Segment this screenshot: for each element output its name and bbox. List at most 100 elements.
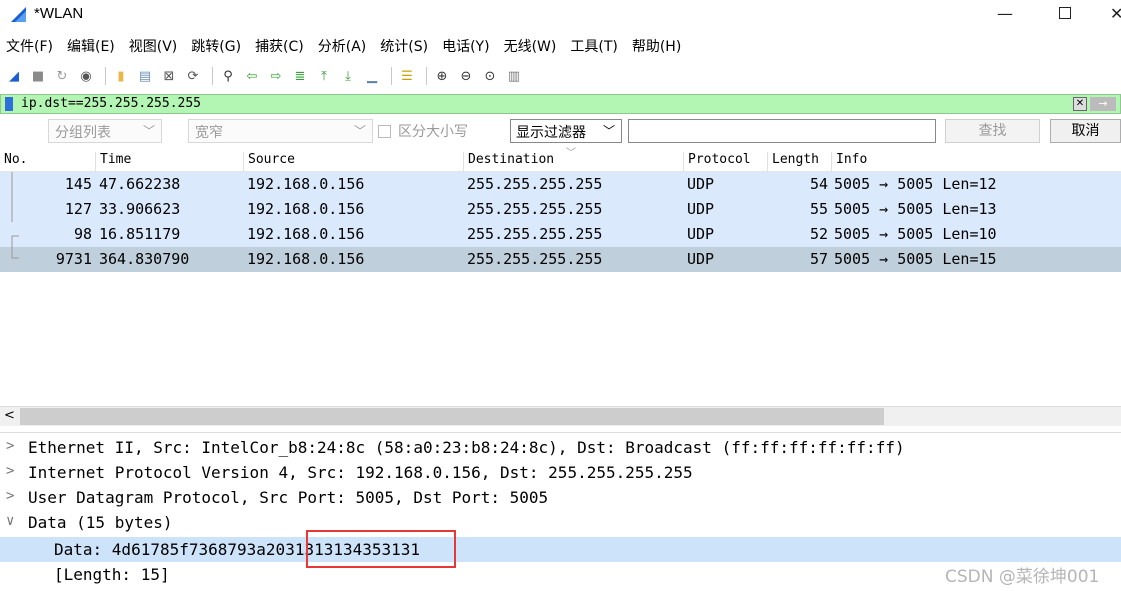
column-protocol[interactable]: Protocol [683,152,767,172]
packet-row-selected[interactable]: 9731 364.830790 192.168.0.156 255.255.25… [0,247,1121,272]
zoom-normal-icon[interactable]: ⊙ [480,66,500,86]
close-file-icon[interactable]: ⊠ [159,66,179,86]
find-packet-icon[interactable]: ⚲ [218,66,238,86]
sort-indicator-icon: ﹀ [566,148,576,159]
detail-tree-item[interactable]: > User Datagram Protocol, Src Port: 5005… [0,485,1121,510]
detail-data-length: [Length: 15] [54,565,170,584]
chevron-right-icon[interactable]: > [6,488,14,504]
packet-length: 57 [809,250,828,268]
packet-source: 192.168.0.156 [247,175,365,193]
apply-filter-icon[interactable]: → [1090,97,1116,111]
go-back-icon[interactable]: ⇦ [242,66,262,86]
search-in-select[interactable]: 分组列表 ﹀ [48,119,162,143]
display-filter-bar[interactable]: ip.dst==255.255.255.255 ✕ → [0,94,1121,114]
packet-list-scrollbar[interactable]: < [0,406,1121,426]
find-input[interactable] [628,119,936,143]
toolbar-separator [105,67,106,85]
column-time[interactable]: Time [95,152,243,172]
autoscroll-icon[interactable]: ▁ [362,66,382,86]
column-no[interactable]: No. [0,152,27,172]
detail-tree-item[interactable]: ∨ Data (15 bytes) [0,510,1121,535]
toolbar-separator [391,67,392,85]
packet-row[interactable]: 98 16.851179 192.168.0.156 255.255.255.2… [0,222,1121,247]
packet-destination: 255.255.255.255 [467,175,603,193]
menu-view[interactable]: 视图(V) [129,36,178,58]
last-packet-icon[interactable]: ⤓ [338,66,358,86]
packet-length: 52 [809,225,828,243]
column-length[interactable]: Length [767,152,831,172]
resize-columns-icon[interactable]: ▥ [504,66,524,86]
stop-capture-icon[interactable]: ■ [28,66,48,86]
close-button[interactable]: ✕ [1110,4,1121,24]
menu-telephony[interactable]: 电话(Y) [442,36,489,58]
menu-wireless[interactable]: 无线(W) [504,36,557,58]
scroll-left-icon[interactable]: < [4,408,15,423]
scrollbar-thumb[interactable] [20,408,884,425]
menu-help[interactable]: 帮助(H) [632,36,681,58]
search-in-select-value: 分组列表 [55,125,111,141]
case-sensitive-checkbox[interactable] [378,125,391,138]
packet-destination: 255.255.255.255 [467,250,603,268]
packet-info: 5005 → 5005 Len=10 [834,225,997,243]
first-packet-icon[interactable]: ⤒ [314,66,334,86]
reload-file-icon[interactable]: ⟳ [183,66,203,86]
colorize-icon[interactable]: ☰ [397,66,417,86]
packet-length: 54 [809,175,828,193]
detail-data: Data (15 bytes) [28,513,173,532]
find-button[interactable]: 查找 [945,119,1040,143]
packet-row[interactable]: 127 33.906623 192.168.0.156 255.255.255.… [0,197,1121,222]
packet-list: 145 47.662238 192.168.0.156 255.255.255.… [0,172,1121,406]
open-file-icon[interactable]: ▮ [111,66,131,86]
detail-ethernet: Ethernet II, Src: IntelCor_b8:24:8c (58:… [28,438,905,457]
menu-bar: 文件(F) 编辑(E) 视图(V) 跳转(G) 捕获(C) 分析(A) 统计(S… [0,36,1121,58]
toolbar-separator [426,67,427,85]
restart-capture-icon[interactable]: ↻ [52,66,72,86]
packet-list-header: No. Time Source Destination ﹀ Protocol L… [0,148,1121,172]
maximize-button[interactable] [1050,4,1080,24]
column-info[interactable]: Info [831,152,1121,172]
go-forward-icon[interactable]: ⇨ [266,66,286,86]
packet-source: 192.168.0.156 [247,250,365,268]
packet-time: 47.662238 [99,175,181,193]
chevron-down-icon[interactable]: ∨ [6,513,14,529]
save-file-icon[interactable]: ▤ [135,66,155,86]
character-width-select[interactable]: 宽窄 ﹀ [188,119,373,143]
zoom-in-icon[interactable]: ⊕ [432,66,452,86]
chevron-right-icon[interactable]: > [6,463,14,479]
column-source[interactable]: Source [243,152,463,172]
packet-info: 5005 → 5005 Len=15 [834,250,997,268]
packet-info: 5005 → 5005 Len=12 [834,175,997,193]
packet-time: 16.851179 [99,225,181,243]
cancel-button[interactable]: 取消 [1050,119,1121,143]
packet-time: 33.906623 [99,200,181,218]
packet-info: 5005 → 5005 Len=13 [834,200,997,218]
chevron-right-icon[interactable]: > [6,438,14,454]
packet-row[interactable]: 145 47.662238 192.168.0.156 255.255.255.… [0,172,1121,197]
chevron-down-icon: ﹀ [602,124,615,138]
display-filter-input[interactable]: ip.dst==255.255.255.255 [21,96,201,111]
filter-bookmark-icon[interactable] [5,97,13,111]
minimize-button[interactable]: — [990,4,1020,24]
detail-tree-item-selected[interactable]: Data: 4d61785f7368793a2031313134353131 [0,537,1121,562]
clear-filter-icon[interactable]: ✕ [1073,97,1087,111]
search-type-select[interactable]: 显示过滤器 ﹀ [510,119,622,143]
detail-tree-item[interactable]: > Internet Protocol Version 4, Src: 192.… [0,460,1121,485]
detail-tree-item[interactable]: > Ethernet II, Src: IntelCor_b8:24:8c (5… [0,435,1121,460]
window-title: *WLAN [34,5,84,22]
menu-statistics[interactable]: 统计(S) [380,36,428,58]
go-to-packet-icon[interactable]: ≣ [290,66,310,86]
menu-capture[interactable]: 捕获(C) [255,36,304,58]
menu-go[interactable]: 跳转(G) [191,36,241,58]
menu-analyze[interactable]: 分析(A) [318,36,367,58]
packet-destination: 255.255.255.255 [467,225,603,243]
related-packet-indicator [11,172,19,259]
packet-time: 364.830790 [99,250,190,268]
menu-edit[interactable]: 编辑(E) [67,36,115,58]
menu-file[interactable]: 文件(F) [6,36,53,58]
shark-fin-start-icon[interactable]: ◢ [4,66,24,86]
detail-ip: Internet Protocol Version 4, Src: 192.16… [28,463,693,482]
zoom-out-icon[interactable]: ⊖ [456,66,476,86]
menu-tools[interactable]: 工具(T) [570,36,617,58]
find-packet-bar: 分组列表 ﹀ 宽窄 ﹀ 区分大小写 显示过滤器 ﹀ 查找 取消 [0,117,1121,145]
capture-options-icon[interactable]: ◉ [76,66,96,86]
